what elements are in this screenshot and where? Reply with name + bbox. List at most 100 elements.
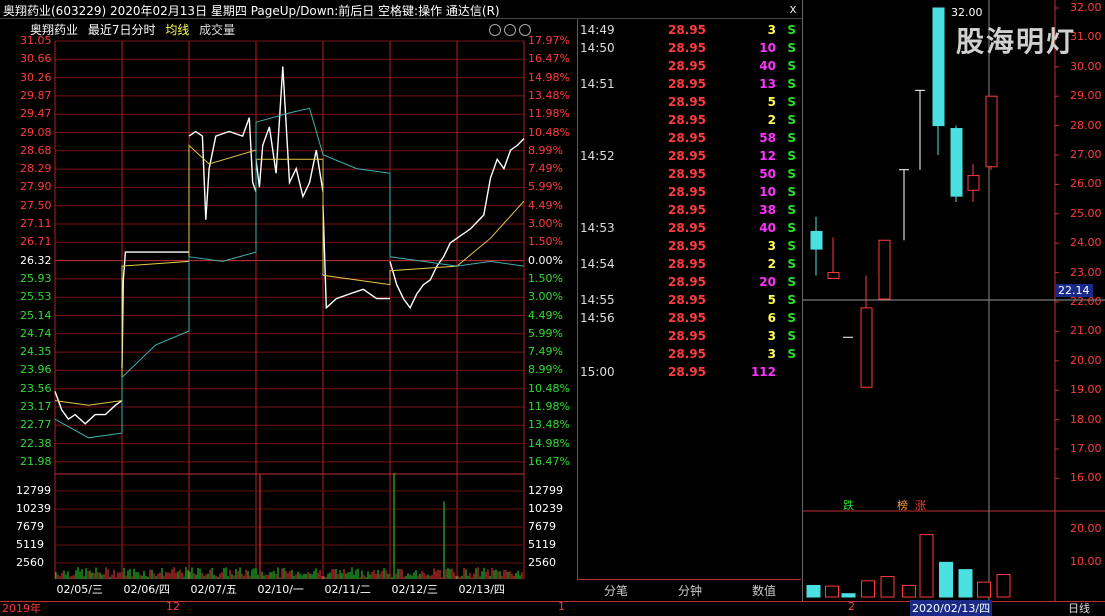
tick-row: 28.95 40 S <box>578 59 802 77</box>
tick-price: 28.95 <box>668 131 706 145</box>
tick-row: 15:00 28.95 112 <box>578 365 802 383</box>
tick-row: 28.95 3 S <box>578 347 802 365</box>
volume-tick-label-right: 10239 <box>528 502 563 515</box>
avg-line-label[interactable]: 均线 <box>165 23 189 37</box>
date-tick-label: 02/07/五 <box>190 583 237 596</box>
volume-tick-label: 5119 <box>16 538 44 551</box>
tick-price: 28.95 <box>668 365 706 379</box>
price-line <box>322 205 390 310</box>
pct-tick-label: 5.99% <box>528 326 563 340</box>
kline-axis-label: 27.00 <box>1070 148 1102 161</box>
tick-flag: S <box>787 77 796 91</box>
intraday-chart-panel[interactable]: 奥翔药业 最近7日分时 均线 成交量 31.05 17.97% 30.66 16.47… <box>0 19 576 601</box>
kline-panel[interactable]: 32.00 31.00 30.00 29.00 28.00 27.00 26.00 25.00… <box>802 0 1105 601</box>
pct-tick-label: 16.47% <box>528 52 570 66</box>
kline-axis-label: 18.00 <box>1070 412 1102 426</box>
tick-flag: S <box>787 203 796 217</box>
pct-tick-label: 10.48% <box>528 381 570 395</box>
price-tick-label: 24.35 <box>20 345 52 359</box>
volume-tick-label: 7679 <box>16 520 44 533</box>
kline-axis-label: 20.00 <box>1070 353 1102 367</box>
tick-flag: S <box>787 113 796 127</box>
chart-tool-icons[interactable] <box>486 24 531 39</box>
window-title: 奥翔药业(603229) 2020年02月13日 星期四 PageUp/Down… <box>3 4 500 18</box>
tick-flag: S <box>787 293 796 307</box>
kline-bottom-num: 2 <box>848 600 855 613</box>
price-tick-label: 21.98 <box>20 454 52 468</box>
pct-tick-label: 16.47% <box>528 454 570 468</box>
tab-minutes[interactable]: 分钟 <box>653 582 727 599</box>
volume-tick-label-right: 5119 <box>528 538 556 551</box>
period-selector[interactable]: 日线 <box>1068 600 1090 616</box>
pct-tick-label: 1.50% <box>528 271 563 285</box>
volume-tick-label-right: 2560 <box>528 556 556 569</box>
price-tick-label: 24.74 <box>20 326 52 340</box>
tick-flag: S <box>787 221 796 235</box>
candle-body <box>985 95 998 168</box>
kline-axis-label: 21.00 <box>1070 324 1102 338</box>
tick-volume: 5 <box>767 95 776 109</box>
tick-price: 28.95 <box>668 167 706 181</box>
tick-time: 14:55 <box>580 293 615 307</box>
tick-time: 14:52 <box>580 149 615 163</box>
chart-header: 奥翔药业 最近7日分时 均线 成交量 <box>30 21 241 38</box>
tick-flag: S <box>787 131 796 145</box>
kline-axis-label: 26.00 <box>1070 177 1102 191</box>
date-tick-label: 02/05/三 <box>56 583 103 596</box>
pct-tick-label: 1.50% <box>528 235 563 249</box>
tick-flag: S <box>787 275 796 289</box>
tick-volume: 12 <box>759 149 776 163</box>
tick-row: 28.95 58 S <box>578 131 802 149</box>
tick-price: 28.95 <box>668 293 706 307</box>
close-icon[interactable]: x <box>786 2 800 16</box>
date-cursor: 2020/02/13/四 <box>910 600 993 616</box>
price-tick-label: 30.66 <box>20 52 52 66</box>
candle-body <box>967 175 980 191</box>
date-tick-label: 02/12/三 <box>391 583 438 596</box>
tick-volume: 40 <box>759 221 776 235</box>
price-tick-label: 25.14 <box>20 308 52 322</box>
tick-volume: 58 <box>759 131 776 145</box>
tick-flag: S <box>787 185 796 199</box>
tick-row: 28.95 5 S <box>578 95 802 113</box>
event-marker: 跌 <box>843 499 854 512</box>
date-tick-label: 02/13/四 <box>458 583 505 596</box>
tick-volume: 112 <box>750 365 776 379</box>
volume-label[interactable]: 成交量 <box>199 23 235 37</box>
tick-flag: S <box>787 95 796 109</box>
price-tick-label: 25.53 <box>20 290 52 304</box>
pct-tick-label: 8.99% <box>528 143 563 157</box>
tick-row: 14:55 28.95 5 S <box>578 293 802 311</box>
tab-ticks[interactable]: 分笔 <box>579 582 653 599</box>
tick-price: 28.95 <box>668 59 706 73</box>
price-tick-label: 27.11 <box>20 217 52 230</box>
price-tick-label: 26.71 <box>20 235 52 249</box>
kline-volume-bar <box>806 584 821 598</box>
tick-volume: 20 <box>759 275 776 289</box>
tick-price: 28.95 <box>668 41 706 55</box>
kline-volume-bar <box>841 593 856 598</box>
tick-row: 28.95 2 S <box>578 113 802 131</box>
price-tick-label: 29.87 <box>20 88 52 102</box>
circle-icon[interactable] <box>504 24 516 36</box>
tick-tabs[interactable]: 分笔 分钟 数值 <box>577 579 801 602</box>
high-price-label: 32.00 <box>951 6 983 19</box>
tick-row: 14:56 28.95 6 S <box>578 311 802 329</box>
tick-row: 14:52 28.95 12 S <box>578 149 802 167</box>
circle-icon[interactable] <box>489 24 501 36</box>
period-label[interactable]: 最近7日分时 <box>88 23 156 37</box>
kline-volume-bar <box>977 581 991 598</box>
tick-time: 14:50 <box>580 41 615 55</box>
tick-flag: S <box>787 311 796 325</box>
tick-list[interactable]: 14:49 28.95 3 S 14:50 28.95 10 S 28.95 40 S 14:51 28… <box>577 19 802 579</box>
year-label: 2019年 <box>2 602 41 615</box>
tab-values[interactable]: 数值 <box>727 582 801 599</box>
price-line <box>456 138 525 239</box>
tick-price: 28.95 <box>668 113 706 127</box>
tick-price: 28.95 <box>668 347 706 361</box>
kline-volume-label: 20.00 <box>1070 522 1102 535</box>
tick-volume: 10 <box>759 41 776 55</box>
intraday-chart[interactable] <box>0 19 576 601</box>
kline-axis-label: 17.00 <box>1070 442 1102 455</box>
month-marker: 1 <box>558 600 565 613</box>
